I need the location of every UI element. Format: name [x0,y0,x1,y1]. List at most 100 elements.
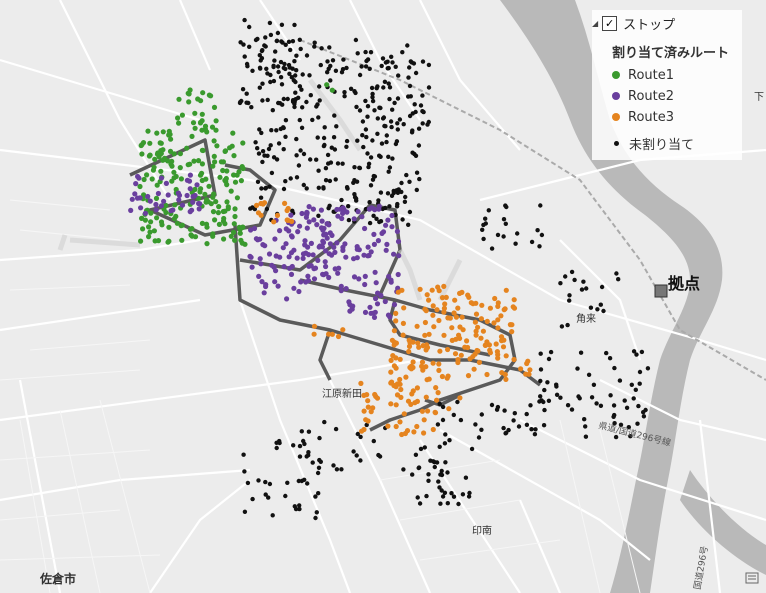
stop-point [541,423,547,428]
stop-point [260,81,265,86]
stop-point [335,333,342,340]
stop-point [538,203,543,208]
stop-point [327,178,333,184]
stop-point [203,199,209,205]
layers-icon[interactable] [745,572,759,584]
stop-point [455,359,461,366]
stop-point [344,185,350,190]
stop-point [639,349,645,355]
stop-point [299,429,304,434]
stop-point [484,371,490,378]
stop-point [301,182,306,188]
stop-point [394,228,400,234]
stop-point [257,256,263,262]
stop-point [340,327,346,333]
stop-point [351,216,357,222]
stop-point [546,356,552,362]
stop-point [232,213,238,220]
stop-point [305,244,311,250]
stop-point [572,277,577,283]
stop-point [342,94,347,99]
stop-point [367,66,372,72]
stop-point [480,328,486,334]
stop-point [199,177,205,184]
stop-point [191,158,197,164]
stop-point [263,479,268,485]
stop-point [372,309,378,315]
stop-point [160,129,166,135]
stop-point [426,62,432,68]
legend-layer-row[interactable]: ◢ ✓ ストップ [592,14,675,33]
stop-point [281,96,286,102]
stop-point [375,116,380,121]
stop-point [405,43,410,48]
stop-point [391,339,397,345]
legend-panel: ◢ ✓ ストップ 割り当て済みルート Route1 Route2 Route3 … [592,10,742,160]
stop-point [258,58,263,63]
stop-point [285,205,291,212]
stop-point [360,119,366,124]
stop-point [458,352,464,358]
stop-point [289,234,295,240]
stop-point [407,339,413,346]
stop-point [165,239,171,245]
stop-point [333,426,339,432]
stop-point [383,222,389,228]
stop-point [160,157,166,163]
stop-point [414,385,420,391]
stop-point [316,115,321,120]
stop-point [145,128,151,134]
stop-point [255,146,260,151]
stop-point [370,138,375,143]
stop-point [228,188,234,194]
stop-point [263,35,268,40]
stop-point [303,279,309,285]
stop-point [492,295,498,302]
stop-point [367,304,373,310]
stop-point [363,98,368,104]
stop-point [529,427,534,432]
stop-point [321,185,326,190]
stop-point [426,376,432,382]
stop-point [308,240,314,246]
stop-point [298,279,304,285]
stop-point [524,360,530,367]
stop-point [489,246,495,251]
stop-point [372,174,378,179]
stop-point [177,151,183,157]
stop-point [295,229,301,235]
stop-point [434,307,440,313]
stop-point [291,285,297,291]
stop-point [420,109,425,114]
stop-point [346,217,352,223]
stop-point [357,108,363,113]
stop-point [503,353,509,359]
stop-point [316,213,321,218]
unassigned-swatch-icon [614,140,619,146]
stop-point [359,428,365,434]
stop-point [354,255,360,261]
stop-point [375,84,380,89]
stop-point [509,329,515,335]
stop-point [546,398,552,403]
collapse-caret-icon[interactable]: ◢ [592,19,598,28]
stop-point [641,414,647,419]
stop-point [386,273,392,280]
stop-point [430,312,436,318]
stop-point [575,366,580,371]
stop-point [474,347,480,354]
stop-point [445,470,450,475]
stop-point [634,352,639,357]
stop-point [172,202,178,208]
stop-point [297,37,302,42]
layer-visibility-checkbox[interactable]: ✓ [602,15,618,31]
stop-point [258,195,264,200]
stop-point [402,430,408,437]
depot-marker[interactable] [654,284,668,298]
stop-point [406,348,412,355]
stop-point [395,96,401,101]
stop-point [554,392,560,397]
stop-point [394,188,399,193]
stop-point [416,143,422,148]
stop-point [178,176,184,182]
